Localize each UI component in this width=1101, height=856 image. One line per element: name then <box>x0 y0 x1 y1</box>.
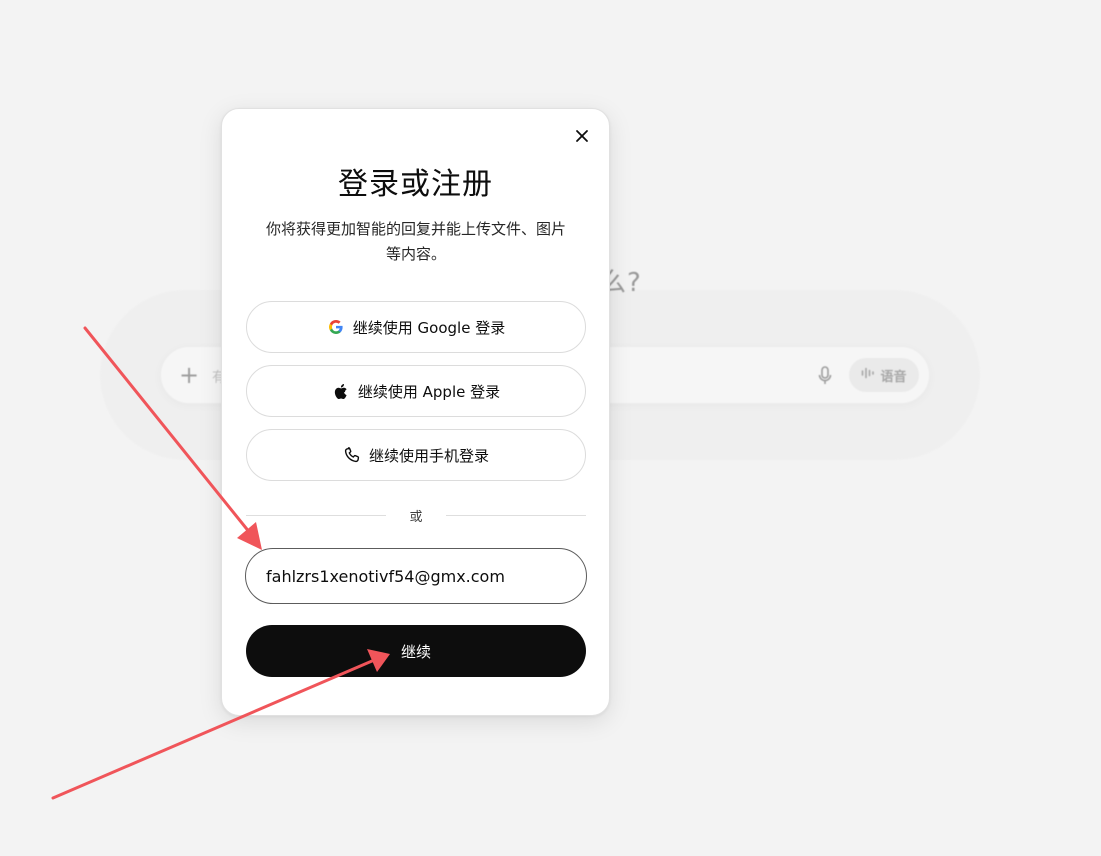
email-field[interactable] <box>245 548 587 604</box>
voice-mode-button[interactable]: 语音 <box>849 358 919 392</box>
apple-login-button[interactable]: 继续使用 Apple 登录 <box>246 365 586 417</box>
continue-label: 继续 <box>400 642 431 661</box>
apple-login-label: 继续使用 Apple 登录 <box>357 382 501 401</box>
microphone-icon[interactable] <box>814 364 836 388</box>
phone-login-button[interactable]: 继续使用手机登录 <box>246 429 586 481</box>
modal-title: 登录或注册 <box>338 167 493 202</box>
google-icon <box>327 318 345 336</box>
or-divider: 或 <box>246 505 586 525</box>
login-modal: 登录或注册 你将获得更加智能的回复并能上传文件、图片等内容。 继续使用 Goog… <box>221 108 610 716</box>
phone-icon <box>343 446 361 464</box>
apple-icon <box>332 382 350 400</box>
continue-button[interactable]: 继续 <box>246 625 586 677</box>
divider-text: 或 <box>409 509 423 525</box>
voice-mode-label: 语音 <box>880 369 907 385</box>
modal-subtitle: 你将获得更加智能的回复并能上传文件、图片等内容。 <box>265 220 566 263</box>
divider-line-left <box>246 514 386 516</box>
divider-line-right <box>446 514 586 516</box>
close-button[interactable] <box>570 125 594 149</box>
close-icon <box>575 128 589 147</box>
waveform-icon <box>861 367 875 383</box>
phone-login-label: 继续使用手机登录 <box>368 446 489 465</box>
google-login-button[interactable]: 继续使用 Google 登录 <box>246 301 586 353</box>
google-login-label: 继续使用 Google 登录 <box>352 318 506 337</box>
plus-icon[interactable]: + <box>176 360 202 390</box>
